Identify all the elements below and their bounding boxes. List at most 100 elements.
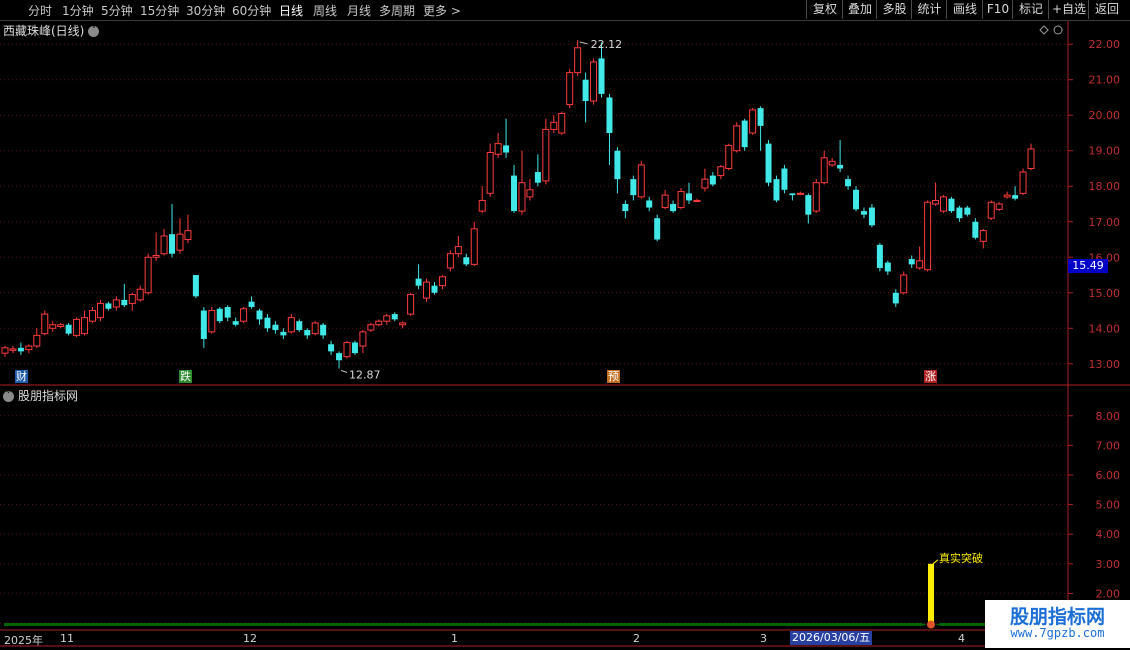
candle-body (828, 160, 836, 166)
candle-body (33, 334, 41, 347)
main-y-axis: 13.0014.0015.0016.0017.0018.0019.0020.00… (1068, 38, 1120, 371)
candle-body (916, 260, 924, 269)
low-pointer (340, 369, 348, 373)
indicator-gridlines (0, 415, 1068, 624)
candle-body (773, 179, 780, 201)
candle-body (176, 233, 184, 251)
candle-body (304, 330, 311, 336)
y-tick-label: 4.00 (1096, 528, 1121, 541)
candle-body (415, 278, 422, 286)
watermark-title: 股朋指标网 (1009, 606, 1105, 628)
candle-body (136, 288, 144, 301)
y-tick-label: 17.00 (1089, 216, 1121, 229)
candle-body (1012, 195, 1019, 199)
candle-body (972, 221, 979, 238)
candle-body (630, 179, 637, 196)
candle-body (701, 178, 709, 189)
candle-body (574, 47, 582, 74)
candle-body (9, 348, 17, 351)
candle-body (677, 191, 685, 209)
candle-body (200, 310, 207, 339)
candle-body (399, 322, 407, 326)
candle-body (876, 244, 883, 268)
y-tick-label: 8.00 (1096, 410, 1121, 423)
candle-body (216, 308, 223, 322)
y-tick-label: 14.00 (1089, 322, 1121, 335)
candle-body (264, 317, 271, 329)
candle-body (550, 121, 558, 130)
candle-body (733, 125, 741, 152)
candle-body (860, 211, 867, 215)
candle-body (248, 301, 255, 307)
candle-body (105, 303, 112, 309)
candle-body (287, 317, 295, 333)
candle-body (741, 120, 748, 148)
time-label-apr: 4 (958, 632, 965, 645)
candle-body (837, 164, 844, 169)
y-tick-label: 7.00 (1096, 439, 1121, 452)
candle-body (320, 324, 327, 336)
high-pointer (579, 41, 588, 45)
event-tag-up[interactable]: 涨 (924, 370, 937, 383)
candle-body (311, 322, 319, 335)
diamond-icon[interactable] (1039, 25, 1049, 35)
candle-body (542, 128, 550, 182)
candle-body (940, 196, 948, 212)
candle-body (232, 321, 239, 325)
candle-body (25, 345, 33, 351)
event-tag-down[interactable]: 跌 (179, 370, 192, 383)
candle-body (486, 152, 494, 194)
candle-body (686, 193, 692, 201)
candle-body (805, 195, 812, 215)
candle-body (423, 281, 431, 299)
signal-dot (927, 620, 935, 629)
signal-label: 真实突破 (939, 551, 983, 565)
y-tick-label: 13.00 (1089, 358, 1121, 371)
candle-body (454, 246, 462, 255)
chart-canvas[interactable]: 13.00 14.00 15.00 1 6.00 17.00 18.00 19.00 20.00… (0, 0, 1130, 650)
y-tick-label: 6.00 (1096, 469, 1121, 482)
candle-body (868, 207, 875, 226)
candle-body (121, 299, 128, 306)
y-tick-label: 20.00 (1089, 109, 1121, 122)
candle-body (693, 199, 701, 202)
candle-body (670, 204, 677, 212)
candle-body (853, 189, 860, 210)
candle-body (932, 199, 940, 205)
event-tag-finance[interactable]: 财 (15, 370, 28, 383)
candle-body (17, 347, 24, 352)
candle-body (144, 256, 152, 294)
candle-body (1, 347, 9, 354)
circle-icon[interactable] (1053, 25, 1063, 35)
candle-body (796, 192, 804, 195)
candle-body (41, 313, 49, 335)
candle-body (558, 112, 566, 134)
y-tick-label: 19.00 (1089, 145, 1121, 158)
candle-body (964, 207, 971, 215)
candle-body (240, 308, 248, 322)
candle-body (280, 331, 287, 336)
candle-body (884, 262, 891, 272)
candle-body (637, 164, 645, 198)
y-tick-label: 18.00 (1089, 180, 1121, 193)
candle-body (646, 200, 653, 208)
time-label-year: 2025年 (4, 634, 43, 647)
signal-bar (928, 563, 934, 626)
band-left (4, 623, 927, 626)
candle-body (709, 175, 716, 185)
candle-body (987, 201, 995, 219)
candle-body (391, 314, 398, 320)
candle-body (470, 228, 478, 265)
candle-body (948, 198, 955, 212)
y-tick-label: 2.00 (1096, 587, 1121, 600)
candle-body (49, 324, 57, 329)
candle-body (654, 218, 661, 240)
candle-body (582, 79, 589, 102)
y-tick-label: 22.00 (1089, 38, 1121, 51)
candle-body (1003, 194, 1011, 198)
candle-body (65, 324, 72, 334)
candle-body (96, 302, 104, 319)
candle-body (781, 168, 788, 190)
event-tag-forecast[interactable]: 预 (607, 370, 620, 383)
candle-body (622, 204, 629, 212)
